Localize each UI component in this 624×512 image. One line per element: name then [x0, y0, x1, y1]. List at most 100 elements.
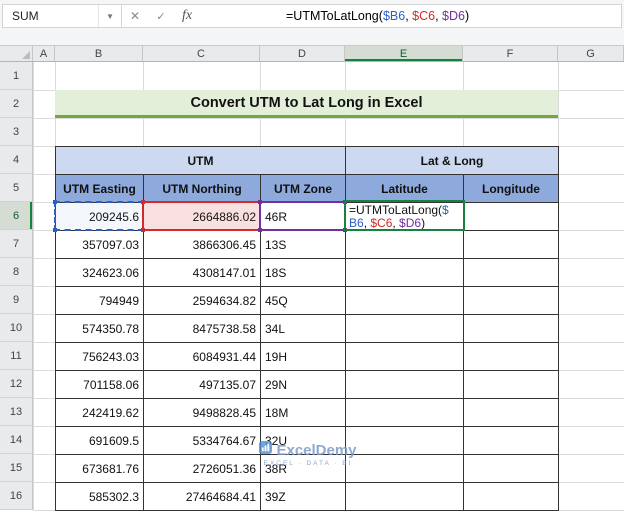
utm-northing-header[interactable]: UTM Northing [144, 175, 261, 203]
row-header-6-active[interactable]: 6 [0, 202, 33, 230]
longitude-cell[interactable] [464, 287, 559, 315]
row-header-11[interactable]: 11 [0, 342, 33, 370]
column-header-d[interactable]: D [260, 46, 345, 61]
utm-group-header[interactable]: UTM [56, 147, 346, 175]
utm-zone-cell[interactable]: 13S [261, 231, 346, 259]
row-header-16[interactable]: 16 [0, 482, 33, 510]
enter-button[interactable]: ✓ [148, 5, 174, 27]
longitude-cell[interactable] [464, 231, 559, 259]
utm-zone-cell[interactable]: 45Q [261, 287, 346, 315]
longitude-cell[interactable] [464, 455, 559, 483]
row-header-7[interactable]: 7 [0, 230, 33, 258]
utm-zone-header[interactable]: UTM Zone [261, 175, 346, 203]
longitude-cell[interactable] [464, 315, 559, 343]
utm-northing-cell[interactable]: 3866306.45 [144, 231, 261, 259]
utm-easting-cell-b6[interactable]: 209245.6 [56, 203, 144, 231]
utm-easting-cell[interactable]: 691609.5 [56, 427, 144, 455]
utm-zone-cell[interactable]: 18S [261, 259, 346, 287]
utm-easting-cell[interactable]: 324623.06 [56, 259, 144, 287]
longitude-cell[interactable] [464, 427, 559, 455]
utm-northing-cell[interactable]: 2726051.36 [144, 455, 261, 483]
sheet-title-banner[interactable]: Convert UTM to Lat Long in Excel [55, 90, 558, 118]
row-header-1[interactable]: 1 [0, 62, 33, 90]
utm-easting-cell[interactable]: 701158.06 [56, 371, 144, 399]
latitude-cell[interactable] [346, 315, 464, 343]
row-header-5[interactable]: 5 [0, 174, 33, 202]
utm-northing-cell[interactable]: 6084931.44 [144, 343, 261, 371]
utm-northing-cell[interactable]: 4308147.01 [144, 259, 261, 287]
utm-zone-cell[interactable]: 29N [261, 371, 346, 399]
utm-northing-cell[interactable]: 497135.07 [144, 371, 261, 399]
latitude-cell[interactable] [346, 343, 464, 371]
insert-function-button[interactable]: fx [174, 5, 200, 27]
formula-ref-d6: $D6 [442, 9, 465, 23]
row-header-8[interactable]: 8 [0, 258, 33, 286]
utm-easting-cell[interactable]: 794949 [56, 287, 144, 315]
utm-easting-cell[interactable]: 242419.62 [56, 399, 144, 427]
column-header-e-active[interactable]: E [345, 46, 463, 61]
utm-northing-cell[interactable]: 8475738.58 [144, 315, 261, 343]
utm-easting-cell[interactable]: 673681.76 [56, 455, 144, 483]
cancel-button[interactable]: ✕ [122, 5, 148, 27]
latitude-cell[interactable] [346, 455, 464, 483]
latitude-cell[interactable] [346, 231, 464, 259]
row-header-2[interactable]: 2 [0, 90, 33, 118]
utm-zone-cell[interactable]: 32U [261, 427, 346, 455]
longitude-cell-f6[interactable] [464, 203, 559, 231]
column-header-c[interactable]: C [143, 46, 260, 61]
utm-easting-cell[interactable]: 357097.03 [56, 231, 144, 259]
column-header-f[interactable]: F [463, 46, 558, 61]
longitude-cell[interactable] [464, 343, 559, 371]
name-box[interactable]: SUM ▼ [3, 5, 121, 27]
utm-easting-header[interactable]: UTM Easting [56, 175, 144, 203]
active-editing-cell-e6[interactable]: =UTMToLatLong($ B6, $C6, $D6) [346, 203, 464, 231]
utm-zone-cell[interactable]: 39Z [261, 483, 346, 511]
latlong-group-header[interactable]: Lat & Long [346, 147, 559, 175]
column-header-g[interactable]: G [558, 46, 624, 61]
latitude-cell[interactable] [346, 287, 464, 315]
chevron-down-icon[interactable]: ▼ [98, 5, 121, 27]
latitude-header[interactable]: Latitude [346, 175, 464, 203]
latitude-cell[interactable] [346, 259, 464, 287]
utm-northing-cell[interactable]: 5334764.67 [144, 427, 261, 455]
latitude-cell[interactable] [346, 427, 464, 455]
column-headers: A B C D E F G [0, 46, 624, 62]
utm-zone-cell[interactable]: 34L [261, 315, 346, 343]
formula-bar-input[interactable]: =UTMToLatLong($B6, $C6, $D6) [286, 9, 469, 23]
row-header-10[interactable]: 10 [0, 314, 33, 342]
latitude-cell[interactable] [346, 371, 464, 399]
longitude-cell[interactable] [464, 399, 559, 427]
utm-zone-cell[interactable]: 19H [261, 343, 346, 371]
utm-northing-cell[interactable]: 9498828.45 [144, 399, 261, 427]
cell-formula-line2: B6, $C6, $D6) [349, 216, 426, 230]
longitude-cell[interactable] [464, 483, 559, 511]
row-header-4[interactable]: 4 [0, 146, 33, 174]
longitude-cell[interactable] [464, 371, 559, 399]
table-row: 673681.76 2726051.36 38R [56, 455, 559, 483]
row-header-9[interactable]: 9 [0, 286, 33, 314]
longitude-cell[interactable] [464, 259, 559, 287]
column-header-a[interactable]: A [33, 46, 55, 61]
select-all-corner[interactable] [0, 46, 33, 61]
table-row: 324623.06 4308147.01 18S [56, 259, 559, 287]
row-header-13[interactable]: 13 [0, 398, 33, 426]
row-header-3[interactable]: 3 [0, 118, 33, 146]
utm-northing-cell[interactable]: 27464684.41 [144, 483, 261, 511]
table-row: 794949 2594634.82 45Q [56, 287, 559, 315]
table-row: 701158.06 497135.07 29N [56, 371, 559, 399]
row-header-12[interactable]: 12 [0, 370, 33, 398]
utm-northing-cell-c6[interactable]: 2664886.02 [144, 203, 261, 231]
utm-easting-cell[interactable]: 756243.03 [56, 343, 144, 371]
latitude-cell[interactable] [346, 399, 464, 427]
utm-zone-cell[interactable]: 18M [261, 399, 346, 427]
row-header-15[interactable]: 15 [0, 454, 33, 482]
latitude-cell[interactable] [346, 483, 464, 511]
column-header-b[interactable]: B [55, 46, 143, 61]
longitude-header[interactable]: Longitude [464, 175, 559, 203]
utm-easting-cell[interactable]: 574350.78 [56, 315, 144, 343]
utm-easting-cell[interactable]: 585302.3 [56, 483, 144, 511]
utm-zone-cell[interactable]: 38R [261, 455, 346, 483]
row-header-14[interactable]: 14 [0, 426, 33, 454]
utm-zone-cell-d6[interactable]: 46R [261, 203, 346, 231]
utm-northing-cell[interactable]: 2594634.82 [144, 287, 261, 315]
